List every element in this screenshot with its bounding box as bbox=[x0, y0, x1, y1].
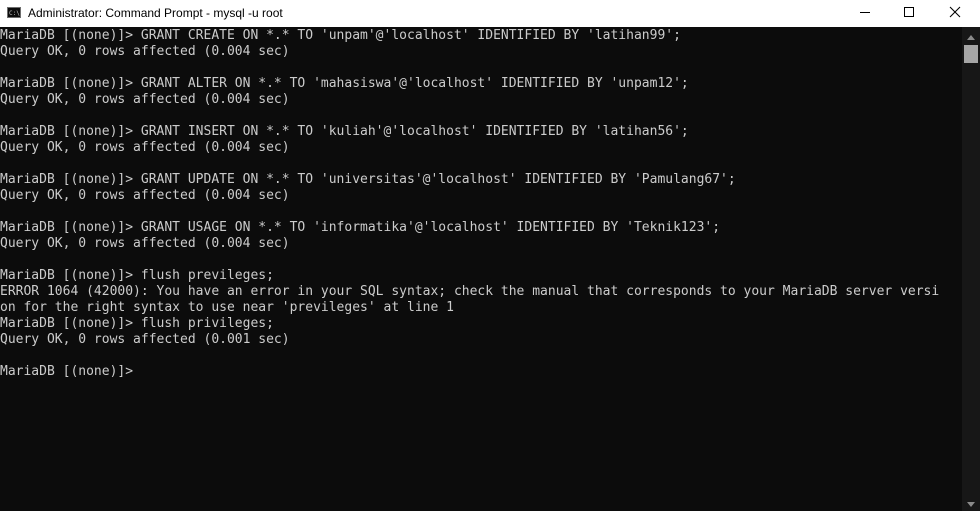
console-line: MariaDB [(none)]> GRANT UPDATE ON *.* TO… bbox=[0, 172, 736, 187]
console-line: MariaDB [(none)]> GRANT ALTER ON *.* TO … bbox=[0, 76, 689, 91]
svg-text:C:\: C:\ bbox=[9, 10, 20, 17]
console-line: Query OK, 0 rows affected (0.004 sec) bbox=[0, 236, 290, 251]
scroll-down-button[interactable] bbox=[962, 494, 980, 511]
vertical-scrollbar[interactable] bbox=[962, 27, 980, 511]
console-line: MariaDB [(none)]> flush previleges; bbox=[0, 268, 274, 283]
command-prompt-window: C:\ Administrator: Command Prompt - mysq… bbox=[0, 0, 980, 511]
maximize-icon bbox=[903, 6, 915, 21]
close-icon bbox=[949, 6, 961, 21]
maximize-button[interactable] bbox=[886, 0, 932, 27]
window-title: Administrator: Command Prompt - mysql -u… bbox=[28, 6, 283, 20]
console-line: MariaDB [(none)]> bbox=[0, 364, 134, 379]
scroll-down-arrow-icon bbox=[967, 494, 975, 511]
scroll-track[interactable] bbox=[962, 44, 980, 494]
console-line: Query OK, 0 rows affected (0.004 sec) bbox=[0, 92, 290, 107]
console-line: Query OK, 0 rows affected (0.004 sec) bbox=[0, 44, 290, 59]
minimize-button[interactable] bbox=[842, 0, 888, 27]
title-bar[interactable]: C:\ Administrator: Command Prompt - mysq… bbox=[0, 0, 980, 27]
console-line: MariaDB [(none)]> GRANT INSERT ON *.* TO… bbox=[0, 124, 689, 139]
console-line: MariaDB [(none)]> GRANT CREATE ON *.* TO… bbox=[0, 28, 681, 43]
console-line: on for the right syntax to use near 'pre… bbox=[0, 300, 454, 315]
console-line: Query OK, 0 rows affected (0.004 sec) bbox=[0, 140, 290, 155]
console-line: MariaDB [(none)]> flush privileges; bbox=[0, 316, 274, 331]
scroll-thumb[interactable] bbox=[964, 45, 978, 63]
minimize-icon bbox=[859, 6, 871, 21]
scroll-up-button[interactable] bbox=[962, 27, 980, 44]
console-line: Query OK, 0 rows affected (0.001 sec) bbox=[0, 332, 290, 347]
console-line: ERROR 1064 (42000): You have an error in… bbox=[0, 284, 940, 299]
console-line: MariaDB [(none)]> GRANT USAGE ON *.* TO … bbox=[0, 220, 721, 235]
scroll-up-arrow-icon bbox=[967, 27, 975, 45]
cmd-icon: C:\ bbox=[7, 7, 21, 18]
console-output[interactable]: MariaDB [(none)]> GRANT CREATE ON *.* TO… bbox=[0, 27, 962, 511]
console-line: Query OK, 0 rows affected (0.004 sec) bbox=[0, 188, 290, 203]
close-button[interactable] bbox=[932, 0, 978, 27]
